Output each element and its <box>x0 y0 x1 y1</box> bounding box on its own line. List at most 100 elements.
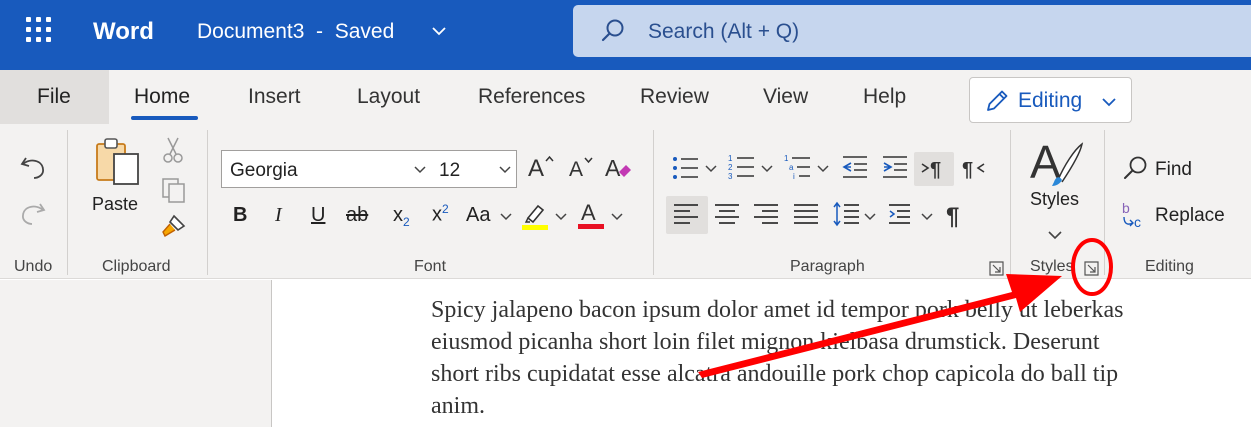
numbering-icon[interactable]: 123 <box>728 153 756 181</box>
paste-label[interactable]: Paste <box>92 194 138 215</box>
find-label[interactable]: Find <box>1155 159 1192 181</box>
search-icon <box>601 19 624 42</box>
justify-icon[interactable] <box>793 202 819 226</box>
tab-insert[interactable]: Insert <box>248 85 301 109</box>
group-divider <box>1104 130 1105 275</box>
svg-text:1: 1 <box>728 154 733 163</box>
replace-label[interactable]: Replace <box>1155 205 1225 227</box>
align-right-icon[interactable] <box>753 202 779 226</box>
ribbon-tabs: File Home Insert Layout References Revie… <box>0 70 1251 124</box>
line-spacing-icon[interactable] <box>832 201 860 227</box>
format-painter-icon[interactable] <box>160 212 188 240</box>
chevron-down-icon[interactable] <box>761 164 773 174</box>
chevron-down-icon[interactable] <box>555 212 567 222</box>
chevron-down-icon <box>499 166 511 174</box>
svg-text:¶: ¶ <box>962 159 973 181</box>
tab-home[interactable]: Home <box>134 85 190 109</box>
paragraph-spacing-icon[interactable] <box>888 201 916 227</box>
chevron-down-icon[interactable] <box>500 212 512 222</box>
change-case-button[interactable]: Aa <box>466 204 490 227</box>
underline-button[interactable]: U <box>311 204 325 227</box>
paragraph-group-label: Paragraph <box>790 258 865 275</box>
group-divider <box>207 130 208 275</box>
subscript-button[interactable]: x2 <box>393 204 410 229</box>
cut-icon[interactable] <box>161 136 185 164</box>
increase-indent-icon[interactable] <box>881 154 909 180</box>
copy-icon[interactable] <box>160 176 188 204</box>
tab-file[interactable]: File <box>0 70 109 124</box>
highlighter-icon[interactable] <box>522 200 550 230</box>
font-color-icon[interactable]: A <box>578 198 606 230</box>
svg-text:c: c <box>1134 214 1141 230</box>
styles-label[interactable]: Styles <box>1030 189 1079 210</box>
align-center-icon[interactable] <box>714 202 740 226</box>
tab-layout[interactable]: Layout <box>357 85 420 109</box>
document-line: anim. <box>431 393 485 419</box>
styles-dialog-launcher-icon[interactable] <box>1084 261 1100 277</box>
tab-references[interactable]: References <box>478 85 585 109</box>
search-placeholder: Search (Alt + Q) <box>648 20 800 43</box>
document-canvas[interactable]: Spicy jalapeno bacon ipsum dolor amet id… <box>273 280 1251 427</box>
app-name[interactable]: Word <box>93 18 154 46</box>
multilevel-list-icon[interactable]: 1ai <box>784 153 812 181</box>
decrease-indent-icon[interactable] <box>841 154 869 180</box>
tab-review[interactable]: Review <box>640 85 709 109</box>
tab-view[interactable]: View <box>763 85 808 109</box>
group-divider <box>653 130 654 275</box>
left-to-right-icon[interactable]: ¶ <box>920 155 948 181</box>
chevron-down-icon[interactable] <box>611 212 623 222</box>
navigation-margin <box>0 280 272 427</box>
svg-text:1: 1 <box>784 154 789 163</box>
chevron-down-icon[interactable] <box>921 212 933 222</box>
undo-group-label: Undo <box>14 258 53 275</box>
styles-group-label: Styles <box>1030 258 1074 275</box>
undo-icon[interactable] <box>18 152 48 182</box>
find-icon[interactable] <box>1122 154 1150 182</box>
replace-icon[interactable]: bc <box>1120 200 1150 230</box>
editing-mode-button[interactable]: Editing <box>969 77 1132 123</box>
group-divider <box>67 130 68 275</box>
font-name-value: Georgia <box>230 160 298 181</box>
svg-text:3: 3 <box>728 172 733 181</box>
show-hide-marks-icon[interactable]: ¶ <box>944 201 970 229</box>
right-to-left-icon[interactable]: ¶ <box>960 155 988 181</box>
strikethrough-button[interactable]: ab <box>346 204 368 227</box>
search-box[interactable]: Search (Alt + Q) <box>573 5 1251 57</box>
paste-icon[interactable] <box>94 136 142 188</box>
italic-button[interactable]: I <box>275 204 282 227</box>
font-name-dropdown[interactable]: Georgia <box>221 150 432 188</box>
svg-text:A: A <box>528 155 544 182</box>
document-line: eiusmod picanha short loin filet mignon … <box>431 329 1100 355</box>
tab-help[interactable]: Help <box>863 85 906 109</box>
editing-mode-label: Editing <box>1018 89 1083 112</box>
chevron-down-icon[interactable] <box>864 212 876 222</box>
chevron-down-icon <box>1102 98 1116 107</box>
font-size-value: 12 <box>439 160 461 181</box>
paragraph-dialog-launcher-icon[interactable] <box>989 261 1005 277</box>
document-body[interactable]: Spicy jalapeno bacon ipsum dolor amet id… <box>431 294 1251 422</box>
svg-text:b: b <box>1122 200 1130 216</box>
bold-button[interactable]: B <box>233 204 247 227</box>
svg-text:A: A <box>581 200 596 225</box>
app-launcher-icon[interactable] <box>26 17 52 43</box>
grow-font-icon[interactable]: A <box>527 152 557 182</box>
chevron-down-icon[interactable] <box>705 164 717 174</box>
chevron-down-icon[interactable] <box>1047 229 1063 241</box>
clear-formatting-icon[interactable]: A <box>604 152 634 182</box>
bullets-icon[interactable] <box>672 155 700 181</box>
styles-icon[interactable]: A <box>1028 136 1084 188</box>
chevron-down-icon[interactable] <box>817 164 829 174</box>
shrink-font-icon[interactable]: A <box>568 152 598 182</box>
svg-text:A: A <box>569 158 583 181</box>
selected-tab-indicator <box>131 116 198 120</box>
align-left-icon[interactable] <box>673 202 699 226</box>
ribbon: Undo Paste Clipboard Georgia 12 A A A B … <box>0 124 1251 279</box>
chevron-down-icon[interactable] <box>430 22 448 40</box>
document-title[interactable]: Document3 - Saved <box>197 20 394 44</box>
clipboard-group-label: Clipboard <box>102 258 171 275</box>
document-line: short ribs cupidatat esse alcatra andoui… <box>431 361 1119 387</box>
redo-icon[interactable] <box>18 198 48 228</box>
group-divider <box>1010 130 1011 275</box>
superscript-button[interactable]: x2 <box>432 202 449 227</box>
font-size-dropdown[interactable]: 12 <box>431 150 517 188</box>
